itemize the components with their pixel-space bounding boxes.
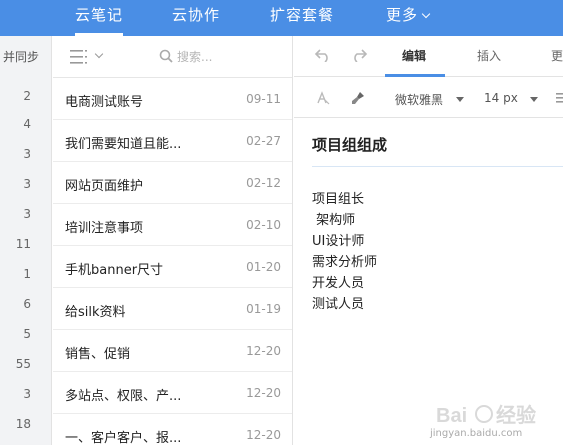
top-nav-bar: 云笔记 云协作 扩容套餐 更多 <box>0 0 563 36</box>
tab-insert[interactable]: 插入 <box>477 47 501 64</box>
note-date: 01-19 <box>246 302 281 316</box>
format-painter-icon[interactable] <box>351 91 365 105</box>
note-date: 12-20 <box>246 344 281 358</box>
note-item[interactable]: 培训注意事项 02-10 <box>53 204 292 246</box>
align-icon[interactable] <box>556 91 563 105</box>
chevron-down-icon[interactable] <box>94 49 104 59</box>
body-line[interactable]: UI设计师 <box>312 230 364 249</box>
tab-more-truncated[interactable]: 更 <box>551 47 563 64</box>
active-tab-indicator <box>385 74 445 77</box>
note-date: 02-12 <box>246 176 281 190</box>
list-view-icon[interactable] <box>70 49 88 65</box>
note-title: 培训注意事项 <box>65 221 144 236</box>
folder-count-column: 并同步 2 4 3 3 3 11 1 6 5 55 3 18 <box>0 36 52 445</box>
tab-storage-plans[interactable]: 扩容套餐 <box>270 0 334 36</box>
search-icon[interactable] <box>159 49 173 63</box>
folder-count: 5 <box>23 327 31 341</box>
note-title: 电商测试账号 <box>65 95 144 110</box>
note-item[interactable]: 销售、促销 12-20 <box>53 330 292 372</box>
folder-count: 11 <box>15 237 31 251</box>
note-title: 给silk资料 <box>65 305 126 320</box>
editor-tab-bar: 编辑 插入 更 <box>294 36 563 77</box>
note-title: 销售、促销 <box>65 347 131 362</box>
note-title: 一、客户客户、报... <box>65 431 182 445</box>
folder-count: 3 <box>23 177 31 191</box>
note-date: 02-10 <box>246 218 281 232</box>
note-item[interactable]: 我们需要知道且能... 02-27 <box>53 120 292 162</box>
folder-count: 6 <box>23 297 31 311</box>
note-item[interactable]: 电商测试账号 09-11 <box>53 78 292 120</box>
note-title: 多站点、权限、产... <box>65 389 182 404</box>
note-date: 09-11 <box>246 92 281 106</box>
chevron-down-icon <box>421 9 431 19</box>
tab-cloud-collab[interactable]: 云协作 <box>172 0 220 36</box>
document-title[interactable]: 项目组组成 <box>312 134 387 155</box>
note-date: 01-20 <box>246 260 281 274</box>
chevron-down-icon[interactable] <box>456 97 464 102</box>
note-date: 02-27 <box>246 134 281 148</box>
format-toolbar: 微软雅黑 14 px <box>294 78 563 118</box>
svg-text:经验: 经验 <box>496 403 536 427</box>
body-line[interactable]: 架构师 <box>312 209 355 228</box>
folder-count: 3 <box>23 147 31 161</box>
chevron-down-icon[interactable] <box>530 97 538 102</box>
body-line[interactable]: 项目组长 <box>312 188 364 207</box>
note-date: 12-20 <box>246 386 281 400</box>
note-title: 网站页面维护 <box>65 179 144 194</box>
title-divider <box>312 166 563 167</box>
folder-count: 18 <box>15 417 31 431</box>
body-line[interactable]: 需求分析师 <box>312 251 377 270</box>
svg-text:Bai: Bai <box>436 405 467 427</box>
tab-more-label: 更多 <box>386 6 419 24</box>
folder-count: 2 <box>23 89 31 103</box>
folder-count: 1 <box>23 267 31 281</box>
folder-count: 3 <box>23 207 31 221</box>
folder-count: 55 <box>15 357 31 371</box>
notes-list-panel: 搜索... 电商测试账号 09-11 我们需要知道且能... 02-27 网站页… <box>53 36 293 445</box>
sync-label[interactable]: 并同步 <box>0 48 51 65</box>
note-date: 12-20 <box>246 428 281 442</box>
body-line[interactable]: 开发人员 <box>312 272 364 291</box>
watermark-url: jingyan.baidu.com <box>430 428 523 439</box>
body-line[interactable]: 测试人员 <box>312 293 364 312</box>
note-title: 手机banner尺寸 <box>65 263 164 278</box>
note-item[interactable]: 多站点、权限、产... 12-20 <box>53 372 292 414</box>
redo-icon[interactable] <box>350 48 368 62</box>
note-item[interactable]: 给silk资料 01-19 <box>53 288 292 330</box>
tab-cloud-notes[interactable]: 云笔记 <box>75 0 124 36</box>
search-input[interactable]: 搜索... <box>177 48 212 65</box>
font-family-select[interactable]: 微软雅黑 <box>395 91 443 108</box>
tab-edit[interactable]: 编辑 <box>402 47 426 64</box>
undo-icon[interactable] <box>314 48 332 62</box>
list-toolbar: 搜索... <box>53 36 292 78</box>
note-item[interactable]: 手机banner尺寸 01-20 <box>53 246 292 288</box>
note-item[interactable]: 网站页面维护 02-12 <box>53 162 292 204</box>
note-editor: 编辑 插入 更 微软雅黑 14 px 项目组组成 项目组长 架构师 UI设计师 … <box>294 36 563 445</box>
tab-more[interactable]: 更多 <box>386 0 431 36</box>
folder-count: 3 <box>23 387 31 401</box>
folder-count: 4 <box>23 117 31 131</box>
font-size-select[interactable]: 14 px <box>484 91 518 105</box>
clear-format-icon[interactable] <box>316 91 330 105</box>
note-title: 我们需要知道且能... <box>65 137 182 152</box>
note-item[interactable]: 一、客户客户、报... 12-20 <box>53 414 292 445</box>
